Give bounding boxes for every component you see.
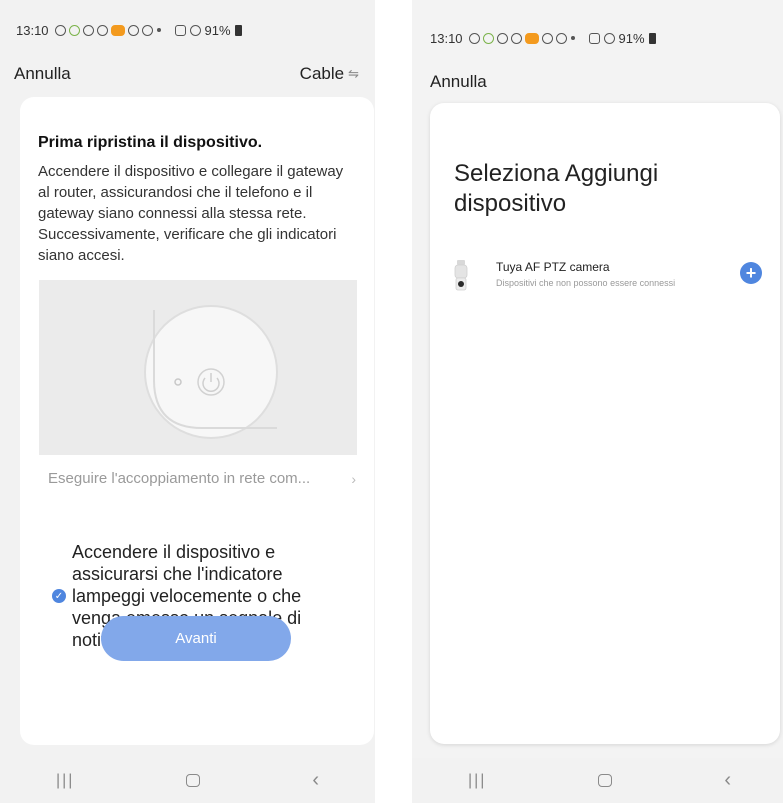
network-mode-button[interactable]: Cable ⇋ — [300, 64, 359, 84]
battery-percent: 91% — [618, 30, 645, 46]
top-bar: Annulla Cable ⇋ — [14, 60, 359, 88]
device-list-item[interactable]: Tuya AF PTZ camera Dispositivi che non p… — [454, 260, 770, 296]
alarm-icon — [174, 24, 186, 36]
instagram-icon — [496, 32, 508, 44]
reset-card: Prima ripristina il dispositivo. Accende… — [20, 97, 374, 745]
check-circle-icon[interactable]: ✓ — [52, 589, 66, 603]
device-illustration — [39, 280, 357, 455]
cancel-button[interactable]: Annulla — [14, 64, 71, 84]
app-icon — [482, 32, 494, 44]
notification-icons — [468, 32, 567, 44]
app-icon — [68, 24, 80, 36]
instagram-icon — [468, 32, 480, 44]
top-bar: Annulla — [430, 68, 771, 96]
system-icons: 91% — [174, 22, 242, 38]
add-icon[interactable]: + — [740, 262, 762, 284]
status-bar: 13:10 91% — [430, 28, 771, 48]
system-nav-bar: ||| ‹ — [0, 758, 375, 803]
app-icon — [110, 24, 125, 36]
device-select-card: Seleziona Aggiungi dispositivo Tuya AF P… — [430, 103, 780, 744]
instagram-icon — [510, 32, 522, 44]
back-icon[interactable]: ‹ — [312, 769, 319, 792]
location-icon — [141, 24, 153, 36]
cancel-button[interactable]: Annulla — [430, 72, 487, 92]
card-title: Seleziona Aggiungi dispositivo — [454, 160, 659, 217]
system-nav-bar: ||| ‹ — [412, 758, 783, 803]
wifi-icon — [603, 32, 615, 44]
dot-icon — [570, 36, 575, 40]
instagram-icon — [54, 24, 66, 36]
status-time: 13:10 — [16, 22, 49, 38]
device-subtitle: Dispositivi che non possono essere conne… — [496, 278, 676, 288]
instagram-icon — [82, 24, 94, 36]
notification-icons — [54, 24, 153, 36]
cloud-icon — [541, 32, 553, 44]
battery-icon — [234, 24, 242, 36]
status-bar: 13:10 91% — [16, 20, 359, 40]
camera-icon — [454, 260, 468, 291]
chevron-right-icon: › — [351, 470, 356, 487]
dot-icon — [156, 28, 161, 32]
left-screen: 13:10 91% Annulla Cable ⇋ Prima ripristi… — [0, 0, 375, 803]
home-icon[interactable] — [186, 774, 201, 787]
device-name: Tuya AF PTZ camera — [496, 260, 610, 274]
pairing-mode-link[interactable]: Eseguire l'accoppiamento in rete com... … — [48, 470, 356, 487]
wifi-icon — [189, 24, 201, 36]
card-title: Prima ripristina il dispositivo. — [38, 134, 263, 151]
home-icon[interactable] — [598, 774, 613, 787]
cable-icon: ⇋ — [348, 66, 359, 81]
next-button[interactable]: Avanti — [101, 616, 291, 661]
system-icons: 91% — [588, 30, 656, 46]
status-time: 13:10 — [430, 30, 463, 46]
battery-icon — [648, 32, 656, 44]
battery-percent: 91% — [204, 22, 231, 38]
right-screen: 13:10 91% Annulla Seleziona Aggiungi dis… — [412, 0, 783, 803]
back-icon[interactable]: ‹ — [724, 769, 731, 792]
instagram-icon — [96, 24, 108, 36]
pairing-mode-label: Eseguire l'accoppiamento in rete com... — [48, 470, 311, 487]
cloud-icon — [127, 24, 139, 36]
power-icon — [144, 305, 278, 439]
app-icon — [524, 32, 539, 44]
recent-apps-icon[interactable]: ||| — [56, 772, 74, 790]
card-description: Accendere il dispositivo e collegare il … — [38, 163, 344, 264]
network-mode-label: Cable — [299, 64, 345, 83]
alarm-icon — [588, 32, 600, 44]
recent-apps-icon[interactable]: ||| — [468, 772, 486, 790]
location-icon — [555, 32, 567, 44]
